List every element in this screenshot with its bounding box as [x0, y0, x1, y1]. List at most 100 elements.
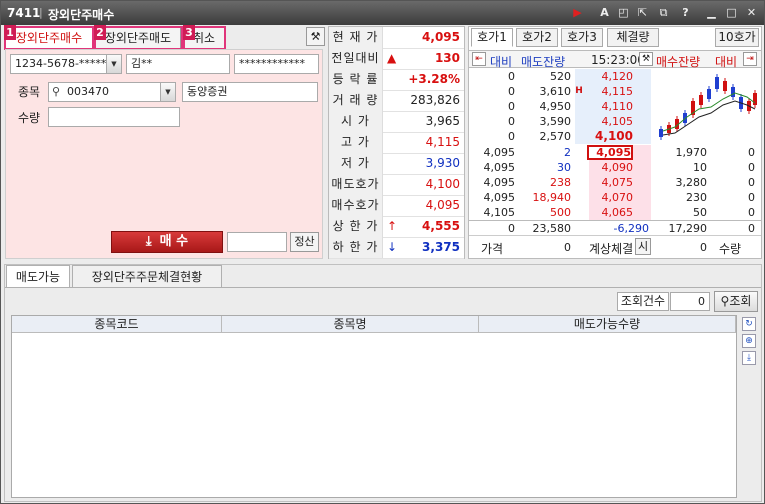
- highlight-box-1: [4, 26, 94, 50]
- bid-diff: 0: [748, 161, 755, 174]
- footer-price: 0: [564, 241, 571, 254]
- bid-qty: 230: [686, 191, 707, 204]
- bid-price: 4,090: [601, 161, 634, 174]
- password-field[interactable]: ************: [234, 54, 319, 74]
- bid-left-qty: 18,940: [532, 191, 572, 204]
- quote-arrow-icon: ↑: [387, 219, 398, 233]
- quote-value: 3,965: [425, 114, 460, 128]
- ask-row[interactable]: 0 3,590 4,105: [469, 114, 655, 129]
- bid-rows: 4,095 2 4,095 1,970 0 4,095 30 4,090 10 0 4,095 238…: [469, 145, 761, 220]
- ask-row[interactable]: 0 4,950 4,110: [469, 99, 655, 114]
- bid-price: 4,065: [601, 206, 634, 219]
- buy-button[interactable]: ⤓ 매 수: [111, 231, 223, 253]
- ask-diff: 0: [508, 85, 515, 98]
- bid-diff: 0: [748, 176, 755, 189]
- bid-qty: 1,970: [675, 146, 708, 159]
- bid-diff: 0: [748, 191, 755, 204]
- item-label: 종목: [18, 85, 41, 99]
- popout-icon[interactable]: ◰: [617, 6, 630, 19]
- restore-icon[interactable]: ⧉: [657, 6, 670, 19]
- help-icon[interactable]: ?: [679, 6, 692, 19]
- tab-order-status[interactable]: 장외단주주문체결현황: [72, 265, 222, 288]
- bid-expand-icon[interactable]: ⇥: [743, 52, 757, 66]
- close-icon[interactable]: ✕: [745, 6, 758, 19]
- tab-hoga2[interactable]: 호가2: [516, 28, 558, 47]
- quote-value: 4,095: [422, 30, 460, 44]
- quote-arrow-icon: ↓: [387, 240, 398, 254]
- qty-label: 수량: [18, 111, 41, 125]
- ask-row[interactable]: 0 3,610 H 4,115: [469, 84, 655, 99]
- col-item-code[interactable]: 종목코드: [12, 316, 222, 333]
- maximize-icon[interactable]: □: [725, 6, 738, 19]
- settle-button[interactable]: 정산: [290, 232, 319, 252]
- bid-row[interactable]: 4,105 500 4,065 50 0: [469, 205, 761, 220]
- mini-price-chart: [659, 74, 757, 140]
- ob-time: 15:23:00: [591, 53, 645, 67]
- quote-label: 시 가: [329, 111, 383, 132]
- ask-qty: 3,590: [539, 115, 572, 128]
- bid-left-price: 4,095: [483, 161, 516, 174]
- ten-hoga-button[interactable]: 10호가: [715, 28, 759, 47]
- bid-left-qty: 238: [550, 176, 571, 189]
- chevron-down-icon[interactable]: ▼: [160, 83, 175, 101]
- quote-value: +3.28%: [408, 72, 460, 86]
- title-bar: 7411 | 장외단주매수 ▶ A ◰ ⇱ ⧉ ? ▁ □ ✕: [1, 1, 764, 25]
- count-field: 0: [670, 292, 710, 311]
- quantity-input[interactable]: [48, 107, 180, 127]
- font-icon[interactable]: A: [598, 6, 611, 19]
- tab-sellable[interactable]: 매도가능: [6, 265, 70, 288]
- bid-qty: 10: [693, 161, 707, 174]
- add-icon[interactable]: ⊕: [742, 334, 756, 348]
- bid-row[interactable]: 4,095 18,940 4,070 230 0: [469, 190, 761, 205]
- quote-label: 상 한 가: [329, 216, 383, 237]
- quote-arrow-icon: ▲: [387, 51, 397, 65]
- tool-icon[interactable]: ⚒: [639, 52, 653, 66]
- calc-toggle-button[interactable]: 시: [635, 238, 651, 255]
- tab-hoga3[interactable]: 호가3: [561, 28, 603, 47]
- total-ask: 23,580: [532, 222, 572, 235]
- bid-row[interactable]: 4,095 238 4,075 3,280 0: [469, 175, 761, 190]
- chevron-down-icon[interactable]: ▼: [106, 55, 121, 73]
- query-button[interactable]: ⚲조회: [714, 291, 758, 312]
- ask-row[interactable]: 0 2,570 4,100: [469, 129, 655, 144]
- tab-hoga1[interactable]: 호가1: [471, 28, 513, 47]
- bid-left-qty: 30: [557, 161, 571, 174]
- ob-hdr-bid: 매수잔량: [656, 55, 701, 69]
- quote-value: 4,100: [425, 177, 460, 191]
- search-icon[interactable]: ⚲: [52, 83, 60, 101]
- scroll-bottom-icon[interactable]: ⤓: [742, 351, 756, 365]
- bid-row[interactable]: 4,095 30 4,090 10 0: [469, 160, 761, 175]
- play-icon[interactable]: ▶: [571, 6, 584, 19]
- expand-icon[interactable]: ⇱: [636, 6, 649, 19]
- ask-price: 4,100: [595, 129, 633, 143]
- footer-qty-label: 수량: [719, 242, 742, 256]
- tab-volume[interactable]: 체결량: [607, 28, 659, 47]
- tool-icon[interactable]: ⚒: [306, 27, 325, 46]
- ask-price: 4,120: [601, 70, 634, 83]
- aux-input[interactable]: [227, 232, 287, 252]
- ask-qty: 520: [550, 70, 571, 83]
- bid-left-qty: 2: [564, 146, 571, 159]
- bid-row[interactable]: 4,095 2 4,095 1,970 0: [469, 145, 761, 160]
- ask-row[interactable]: 0 520 4,120: [469, 69, 655, 84]
- totals-row: 0 23,580 -6,290 17,290 0: [469, 220, 761, 236]
- quote-value: 3,930: [425, 156, 460, 170]
- quote-row: 거 래 량 283,826: [329, 90, 464, 112]
- ask-price: 4,115: [601, 85, 634, 98]
- ob-hdr-compare2: 대비: [715, 55, 738, 69]
- quote-value: 4,555: [422, 219, 460, 233]
- ask-expand-icon[interactable]: ⇤: [472, 52, 486, 66]
- ask-diff: 0: [508, 130, 515, 143]
- quote-row: 하 한 가 ↓ 3,375: [329, 237, 464, 259]
- account-select[interactable]: 1234-5678-***** ▼: [10, 54, 122, 74]
- total-diff2: 0: [748, 222, 755, 235]
- col-item-name[interactable]: 종목명: [222, 316, 479, 333]
- quote-value: 4,115: [425, 135, 460, 149]
- refresh-icon[interactable]: ↻: [742, 317, 756, 331]
- ask-price: 4,105: [601, 115, 634, 128]
- item-code-input[interactable]: ⚲ 003470 ▼: [48, 82, 176, 102]
- col-sellable-qty[interactable]: 매도가능수량: [479, 316, 736, 333]
- quote-label: 저 가: [329, 153, 383, 174]
- minimize-icon[interactable]: ▁: [705, 6, 718, 19]
- quote-label: 등 락 률: [329, 69, 383, 90]
